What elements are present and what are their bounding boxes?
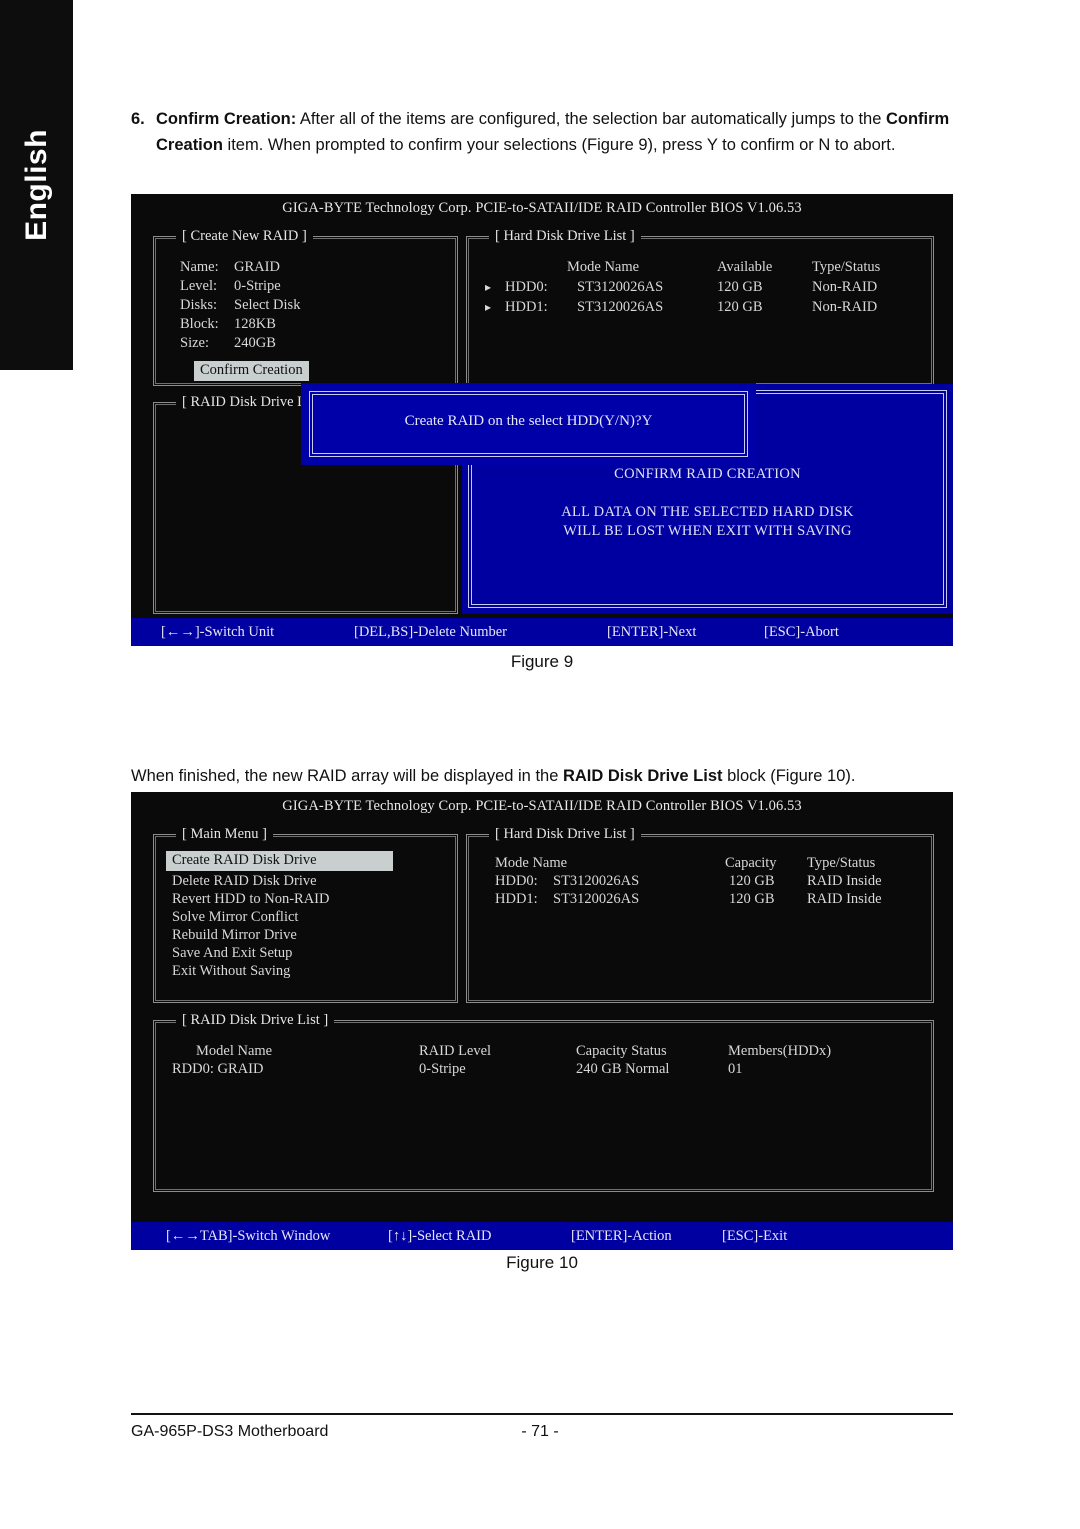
hard-disk-drive-list-label: [ Hard Disk Drive List ] — [489, 826, 641, 843]
step-6-number: 6. — [131, 110, 145, 128]
menu-item-save-and-exit-setup[interactable]: Save And Exit Setup — [172, 945, 292, 962]
menu-item-delete-raid-disk-drive[interactable]: Delete RAID Disk Drive — [172, 873, 317, 890]
column-type-status: Type/Status — [812, 259, 881, 275]
column-available: Available — [717, 259, 773, 275]
hdd-model: ST3120026AS — [577, 299, 664, 315]
column-type-status: Type/Status — [807, 855, 876, 871]
field-size: Size: 240GB — [180, 335, 276, 352]
column-members: Members(HDDx) — [728, 1043, 832, 1059]
field-block: Block: 128KB — [180, 316, 276, 333]
field-disks: Disks: Select Disk — [180, 297, 300, 314]
hint-exit[interactable]: [ESC]-Exit — [722, 1228, 787, 1245]
row-marker-icon: ▸ — [485, 280, 492, 294]
figure-9-caption: Figure 9 — [510, 652, 574, 671]
field-name-key: Name: — [180, 259, 219, 275]
create-new-raid-label: [ Create New RAID ] — [176, 228, 313, 245]
confirm-panel-heading: CONFIRM RAID CREATION — [614, 466, 801, 482]
confirm-creation-button[interactable]: Confirm Creation — [194, 361, 309, 381]
create-new-raid-box: [ Create New RAID ] Name: GRAID Level: 0-S… — [153, 228, 458, 386]
hint-switch-unit[interactable]: [←→]-Switch Unit — [161, 624, 274, 641]
menu-item-revert-hdd-to-non-raid[interactable]: Revert HDD to Non-RAID — [172, 891, 329, 908]
hdd-status: RAID Inside — [807, 873, 882, 889]
field-name-value: GRAID — [234, 259, 280, 275]
hdd-id: HDD0: — [505, 279, 548, 295]
menu-item-create-raid-disk-drive[interactable]: Create RAID Disk Drive — [166, 851, 393, 871]
main-menu-box: [ Main Menu ] Create RAID Disk Drive Del… — [153, 826, 458, 1003]
hint-abort[interactable]: [ESC]-Abort — [764, 624, 839, 641]
main-menu-label: [ Main Menu ] — [176, 826, 273, 843]
hdd-id: HDD1: — [495, 891, 538, 907]
hdd-capacity: 120 GB — [729, 891, 775, 907]
raid-level: 0-Stripe — [419, 1061, 466, 1077]
raid-members: 01 — [728, 1061, 743, 1077]
figure-9-status-bar: [←→]-Switch Unit [DEL,BS]-Delete Number … — [131, 618, 953, 646]
step-6-text-2: item. When prompted to confirm your sele… — [222, 136, 896, 154]
finished-bold: RAID Disk Drive List — [562, 767, 723, 785]
field-name: Name: GRAID — [180, 259, 280, 276]
figure-10-caption: Figure 10 — [506, 1253, 578, 1272]
step-6-term: Confirm Creation: — [156, 110, 297, 128]
step-6-text-1: After all of the items are configured, t… — [296, 110, 886, 128]
column-raid-level: RAID Level — [419, 1043, 492, 1059]
field-size-key: Size: — [180, 335, 209, 351]
hdd-id: HDD0: — [495, 873, 538, 889]
dialog-prompt: Create RAID on the select HDD(Y/N)?Y — [404, 413, 653, 429]
hdd-model: ST3120026AS — [553, 873, 640, 889]
hint-action[interactable]: [ENTER]-Action — [571, 1228, 672, 1245]
menu-item-exit-without-saving[interactable]: Exit Without Saving — [172, 963, 290, 980]
hdd-status: Non-RAID — [812, 279, 878, 295]
hard-disk-drive-list-box: [ Hard Disk Drive List ] Mode Name Avail… — [466, 228, 934, 386]
field-block-value: 128KB — [234, 316, 276, 332]
figure-9-bios-screen: GIGA-BYTE Technology Corp. PCIE-to-SATAI… — [131, 194, 953, 646]
finished-text-1: When finished, the new RAID array will b… — [131, 767, 563, 785]
menu-item-rebuild-mirror-drive[interactable]: Rebuild Mirror Drive — [172, 927, 297, 944]
hdd-model: ST3120026AS — [553, 891, 640, 907]
hdd-available: 120 GB — [717, 299, 763, 315]
language-tab: English — [0, 0, 73, 370]
hint-switch-window[interactable]: [←→TAB]-Switch Window — [166, 1228, 330, 1245]
field-level: Level: 0-Stripe — [180, 278, 281, 295]
raid-disk-drive-list-box: [ RAID Disk Drive List ] Model Name RAID… — [153, 1012, 934, 1192]
field-level-key: Level: — [180, 278, 218, 294]
raid-disk-drive-list-label: [ RAID Disk Drive List ] — [176, 1012, 335, 1029]
hdd-capacity: 120 GB — [729, 873, 775, 889]
hint-next[interactable]: [ENTER]-Next — [607, 624, 696, 641]
confirm-panel-line-1: ALL DATA ON THE SELECTED HARD DISK — [561, 504, 854, 520]
field-level-value: 0-Stripe — [234, 278, 281, 294]
column-capacity: Capacity — [725, 855, 777, 871]
hard-disk-drive-list-label: [ Hard Disk Drive List ] — [489, 228, 641, 245]
hdd-available: 120 GB — [717, 279, 763, 295]
raid-model-name: RDD0: GRAID — [172, 1061, 264, 1077]
hdd-status: RAID Inside — [807, 891, 882, 907]
menu-item-solve-mirror-conflict[interactable]: Solve Mirror Conflict — [172, 909, 298, 926]
hdd-model: ST3120026AS — [577, 279, 664, 295]
column-model-name: Model Name — [196, 1043, 273, 1059]
figure-10-status-bar: [←→TAB]-Switch Window [↑↓]-Select RAID [… — [131, 1222, 953, 1250]
field-disks-key: Disks: — [180, 297, 218, 313]
raid-capacity-status: 240 GB Normal — [576, 1061, 670, 1077]
row-marker-icon: ▸ — [485, 300, 492, 314]
hint-select-raid[interactable]: [↑↓]-Select RAID — [388, 1228, 491, 1245]
finished-paragraph: When finished, the new RAID array will b… — [131, 763, 957, 789]
column-mode-name: Mode Name — [495, 855, 568, 871]
hint-delete-number[interactable]: [DEL,BS]-Delete Number — [354, 624, 507, 641]
footer-page-number: - 71 - — [521, 1423, 559, 1440]
bios-title: GIGA-BYTE Technology Corp. PCIE-to-SATAI… — [282, 200, 802, 216]
field-disks-value: Select Disk — [234, 297, 301, 313]
field-size-value: 240GB — [234, 335, 276, 351]
footer-divider — [131, 1413, 953, 1415]
language-tab-label: English — [19, 129, 53, 241]
column-capacity-status: Capacity Status — [576, 1043, 667, 1059]
figure-10-bios-screen: GIGA-BYTE Technology Corp. PCIE-to-SATAI… — [131, 792, 953, 1250]
column-mode-name: Mode Name — [567, 259, 640, 275]
step-6-paragraph: 6. Confirm Creation: After all of the it… — [131, 106, 953, 158]
finished-text-2: block (Figure 10). — [722, 767, 856, 785]
hdd-status: Non-RAID — [812, 299, 878, 315]
hard-disk-drive-list-box: [ Hard Disk Drive List ] Mode Name Capac… — [466, 826, 934, 1003]
hdd-id: HDD1: — [505, 299, 548, 315]
confirm-panel-line-2: WILL BE LOST WHEN EXIT WITH SAVING — [563, 523, 852, 539]
field-block-key: Block: — [180, 316, 219, 332]
bios-title: GIGA-BYTE Technology Corp. PCIE-to-SATAI… — [282, 798, 802, 814]
create-raid-confirm-dialog[interactable]: Create RAID on the select HDD(Y/N)?Y — [301, 383, 756, 465]
